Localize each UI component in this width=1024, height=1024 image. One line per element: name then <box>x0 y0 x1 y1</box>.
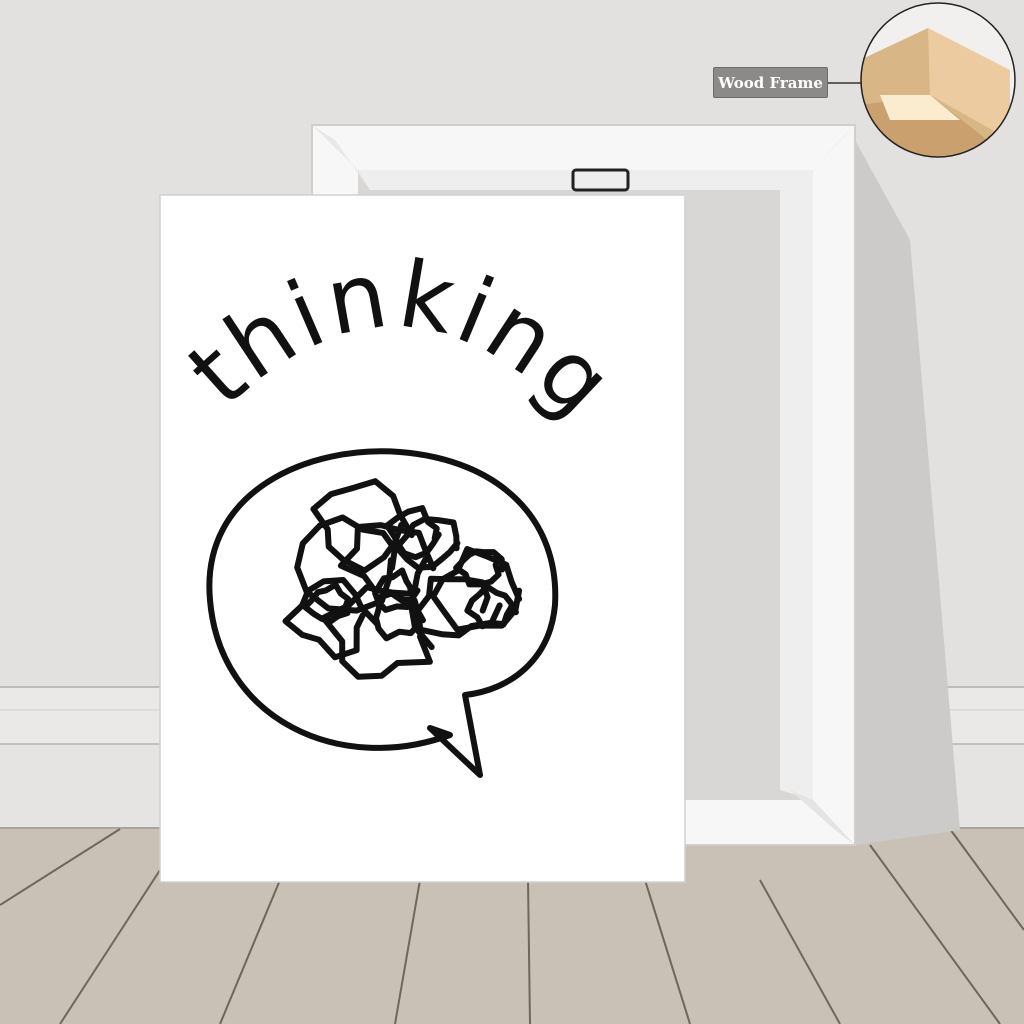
canvas-print: thinking <box>159 194 686 883</box>
wood-frame-label: Wood Frame <box>713 67 828 98</box>
product-scene: thinking <box>0 0 1024 1024</box>
